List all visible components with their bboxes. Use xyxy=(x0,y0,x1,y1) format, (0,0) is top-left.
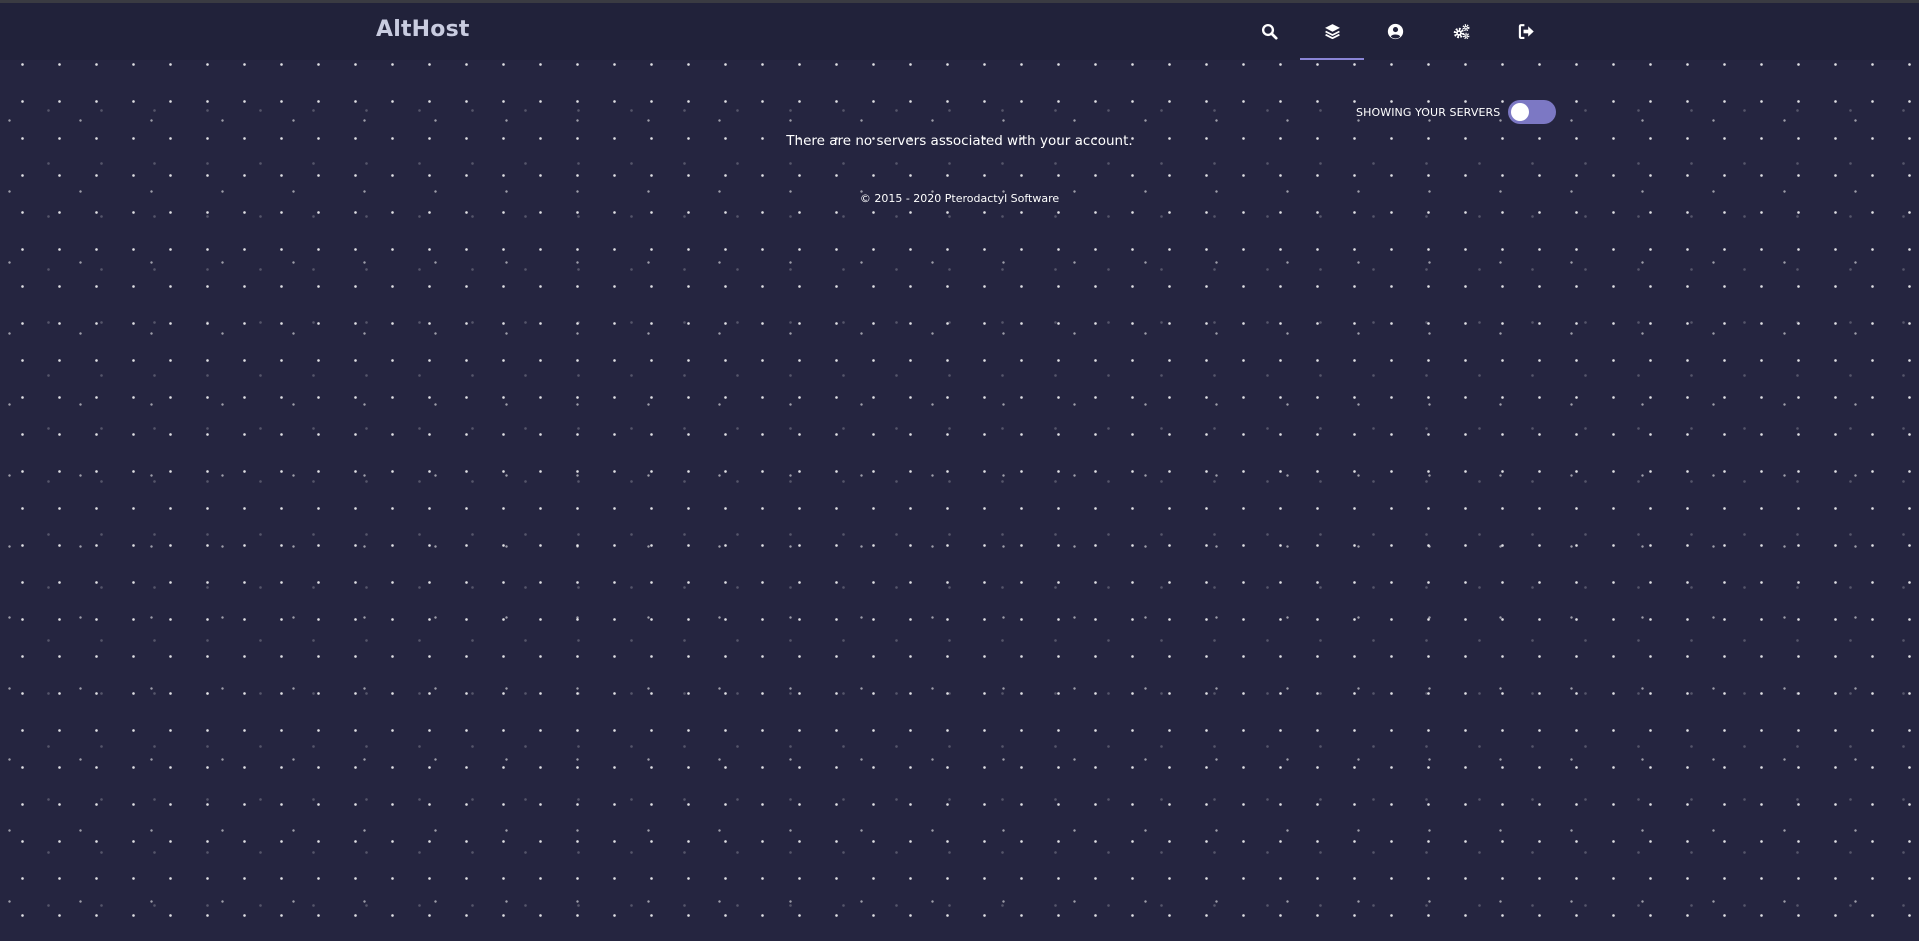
nav-servers-button[interactable] xyxy=(1300,3,1364,60)
search-icon xyxy=(1261,23,1278,40)
server-filter-label: SHOWING YOUR SERVERS xyxy=(1356,105,1501,119)
no-servers-message: There are no servers associated with you… xyxy=(786,133,1133,149)
layers-icon xyxy=(1324,24,1340,40)
nav-admin-button[interactable] xyxy=(1429,3,1493,60)
nav-logout-button[interactable] xyxy=(1494,3,1558,60)
nav-account-button[interactable] xyxy=(1363,3,1427,60)
sign-out-icon xyxy=(1518,24,1534,39)
server-filter: SHOWING YOUR SERVERS xyxy=(1356,100,1557,124)
cogs-icon xyxy=(1453,24,1469,40)
brand-logo-text[interactable]: AltHost xyxy=(376,19,470,41)
toggle-knob xyxy=(1511,103,1530,121)
nav-search-button[interactable] xyxy=(1237,3,1301,60)
top-navbar: AltHost xyxy=(0,3,1919,60)
user-circle-icon xyxy=(1387,23,1403,40)
show-all-servers-toggle[interactable] xyxy=(1508,100,1557,124)
footer-copyright: © 2015 - 2020 Pterodactyl Software xyxy=(859,192,1060,205)
